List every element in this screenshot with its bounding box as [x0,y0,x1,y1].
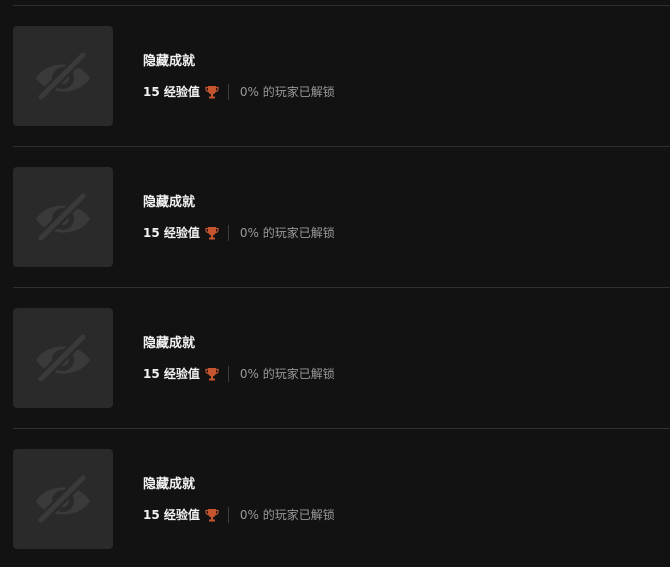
achievement-list: 隐藏成就 15 经验值 0% 的玩家已解锁 隐藏成就 15 经验值 0% 的玩家… [0,0,670,567]
achievement-title: 隐藏成就 [143,54,196,69]
achievement-meta: 15 经验值 0% 的玩家已解锁 [143,225,335,241]
achievement-row[interactable]: 隐藏成就 15 经验值 0% 的玩家已解锁 [0,6,670,147]
meta-separator [227,507,229,523]
eye-slash-icon [36,50,90,102]
eye-slash-icon [36,191,90,243]
xp-value: 15 经验值 [143,508,200,522]
xp-value: 15 经验值 [143,85,200,99]
unlock-percentage: 0% 的玩家已解锁 [239,85,335,99]
achievement-row[interactable]: 隐藏成就 15 经验值 0% 的玩家已解锁 [0,429,670,567]
eye-slash-icon [36,473,90,525]
achievement-row[interactable]: 隐藏成就 15 经验值 0% 的玩家已解锁 [0,288,670,429]
achievement-meta: 15 经验值 0% 的玩家已解锁 [143,507,335,523]
trophy-icon [205,226,219,240]
achievement-title: 隐藏成就 [143,336,196,351]
meta-separator [227,366,229,382]
unlock-percentage: 0% 的玩家已解锁 [239,367,335,381]
xp-value: 15 经验值 [143,367,200,381]
xp-value: 15 经验值 [143,226,200,240]
hidden-achievement-thumbnail [13,167,113,267]
eye-slash-icon [36,332,90,384]
unlock-percentage: 0% 的玩家已解锁 [239,226,335,240]
meta-separator [227,84,229,100]
achievement-title: 隐藏成就 [143,477,196,492]
meta-separator [227,225,229,241]
achievement-row[interactable]: 隐藏成就 15 经验值 0% 的玩家已解锁 [0,147,670,288]
unlock-percentage: 0% 的玩家已解锁 [239,508,335,522]
hidden-achievement-thumbnail [13,449,113,549]
hidden-achievement-thumbnail [13,26,113,126]
trophy-icon [205,367,219,381]
achievement-title: 隐藏成就 [143,195,196,210]
trophy-icon [205,85,219,99]
achievement-meta: 15 经验值 0% 的玩家已解锁 [143,84,335,100]
achievement-meta: 15 经验值 0% 的玩家已解锁 [143,366,335,382]
hidden-achievement-thumbnail [13,308,113,408]
trophy-icon [205,508,219,522]
